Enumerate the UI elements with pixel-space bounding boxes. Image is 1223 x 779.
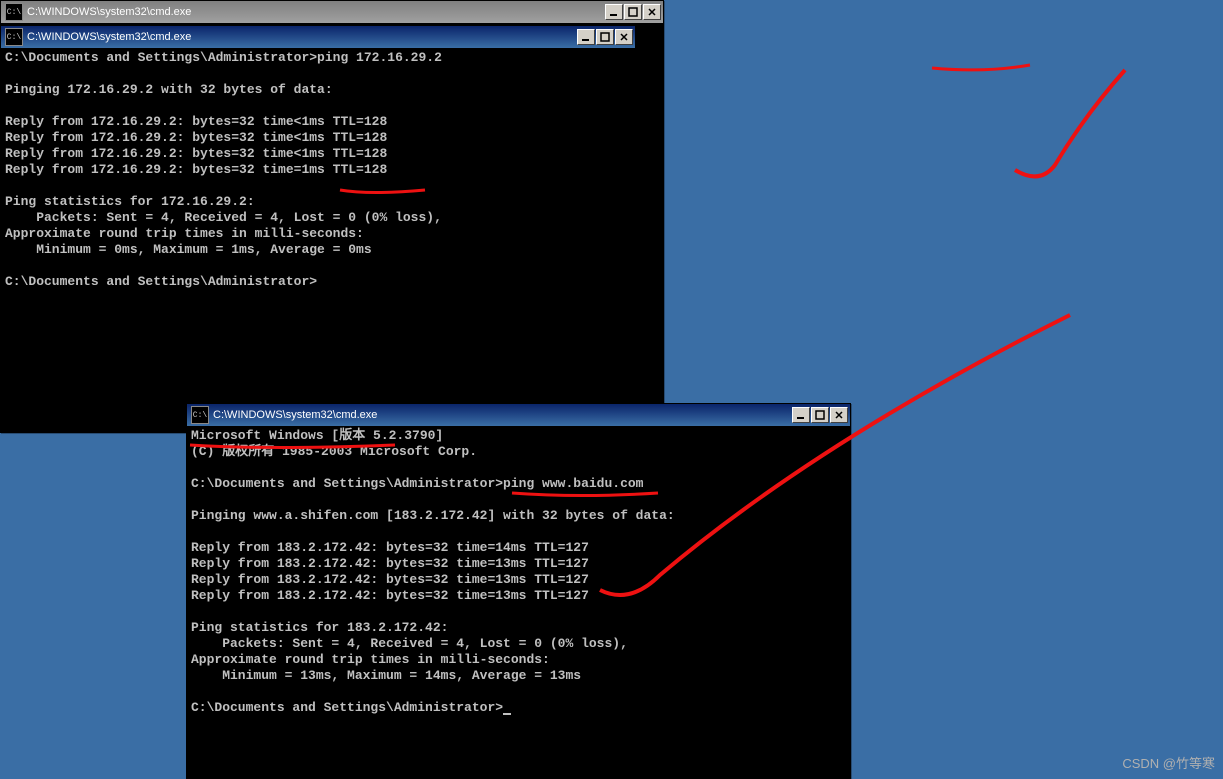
cmd-window-ping-ip[interactable]: C:\ C:\WINDOWS\system32\cmd.exe C:\Docum… [0,25,636,433]
window-title: C:\WINDOWS\system32\cmd.exe [213,409,792,421]
window-title: C:\WINDOWS\system32\cmd.exe [27,31,577,43]
titlebar[interactable]: C:\ C:\WINDOWS\system32\cmd.exe [1,26,635,48]
window-controls [577,29,633,45]
window-controls [605,4,661,20]
minimize-button[interactable] [792,407,810,423]
maximize-button[interactable] [811,407,829,423]
cmd-window-ping-baidu[interactable]: C:\ C:\WINDOWS\system32\cmd.exe Microsof… [186,403,851,779]
terminal-output[interactable]: Microsoft Windows [版本 5.2.3790] (C) 版权所有… [187,426,850,778]
titlebar[interactable]: C:\ C:\WINDOWS\system32\cmd.exe [1,1,663,23]
close-button[interactable] [643,4,661,20]
cmd-icon: C:\ [191,406,209,424]
maximize-button[interactable] [624,4,642,20]
cmd-icon: C:\ [5,3,23,21]
minimize-button[interactable] [577,29,595,45]
cmd-icon: C:\ [5,28,23,46]
watermark: CSDN @竹等寒 [1122,753,1215,772]
terminal-output[interactable]: C:\Documents and Settings\Administrator>… [1,48,635,432]
close-button[interactable] [615,29,633,45]
close-button[interactable] [830,407,848,423]
titlebar[interactable]: C:\ C:\WINDOWS\system32\cmd.exe [187,404,850,426]
minimize-button[interactable] [605,4,623,20]
window-controls [792,407,848,423]
maximize-button[interactable] [596,29,614,45]
window-title: C:\WINDOWS\system32\cmd.exe [27,6,605,18]
cursor [503,713,511,715]
